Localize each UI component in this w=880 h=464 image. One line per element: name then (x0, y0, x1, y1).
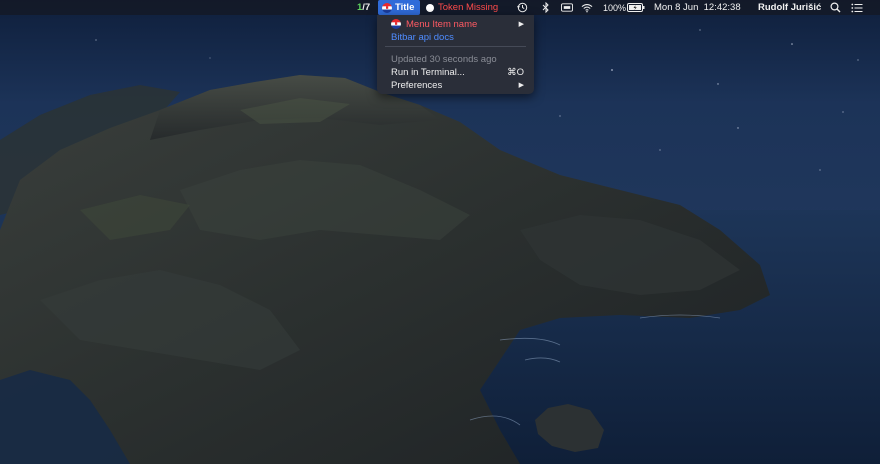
battery-charging-icon[interactable] (627, 2, 645, 13)
token-missing-label: Token Missing (438, 2, 499, 13)
user-name[interactable]: Rudolf Jurišić (758, 0, 821, 15)
menu-item-name[interactable]: Menu Item name ▶ (377, 18, 534, 30)
menu-item-label: Bitbar api docs (391, 31, 454, 43)
keyboard-shortcut: ⌘O (507, 66, 524, 78)
bitbar-title-item[interactable]: Title (378, 0, 420, 15)
menu-item-updated: Updated 30 seconds ago (377, 53, 534, 65)
menu-item-label: Preferences (391, 79, 443, 91)
submenu-arrow-icon: ▶ (518, 82, 524, 89)
keyboard-icon[interactable] (561, 2, 573, 13)
clock[interactable]: Mon 8 Jun 12:42:38 (654, 0, 741, 15)
wifi-icon[interactable] (581, 2, 593, 13)
title-label: Title (395, 2, 415, 13)
menu-item-run-in-terminal[interactable]: Run in Terminal... ⌘O (377, 66, 534, 78)
notification-center-icon[interactable] (851, 2, 863, 13)
updated-status-label: Updated 30 seconds ago (391, 53, 497, 65)
battery-percent[interactable]: 100% (603, 0, 626, 15)
counter-status-item[interactable]: 1/7 (357, 0, 370, 15)
bluetooth-icon[interactable] (540, 2, 552, 13)
menu-item-label: Run in Terminal... (391, 66, 465, 78)
time-machine-icon[interactable] (516, 2, 528, 13)
menu-bar: 1/7 Title Token Missing 100% Mon 8 Jun 1… (0, 0, 880, 15)
counter-total: /7 (362, 2, 371, 13)
menu-item-preferences[interactable]: Preferences ▶ (377, 79, 534, 91)
token-missing-item[interactable]: Token Missing (426, 0, 498, 15)
croatia-flag-icon (391, 19, 401, 29)
menu-item-bitbar-api-docs[interactable]: Bitbar api docs (377, 31, 534, 43)
bitbar-dropdown-menu: Menu Item name ▶ Bitbar api docs Updated… (377, 15, 534, 94)
croatia-flag-icon (382, 2, 392, 13)
circle-icon (426, 3, 434, 12)
submenu-arrow-icon: ▶ (518, 21, 524, 28)
menu-item-label: Menu Item name (406, 18, 478, 30)
menu-separator (385, 46, 526, 47)
spotlight-search-icon[interactable] (829, 2, 841, 13)
